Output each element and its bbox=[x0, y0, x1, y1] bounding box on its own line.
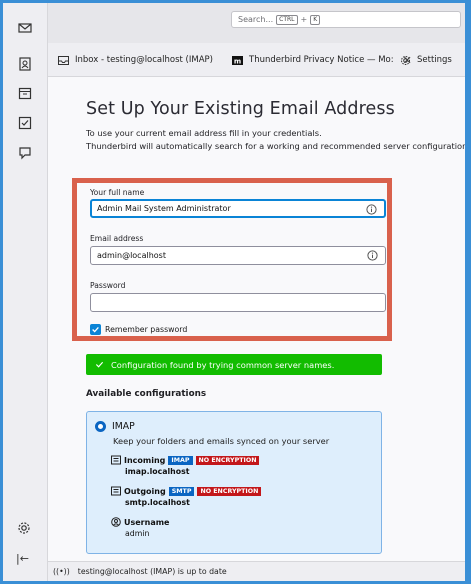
credentials-form: Your full name Admin Mail System Adminis… bbox=[72, 178, 392, 341]
info-icon[interactable] bbox=[367, 250, 378, 261]
available-configurations-heading: Available configurations bbox=[86, 389, 207, 399]
incoming-server: Incoming IMAP NO ENCRYPTION imap.localho… bbox=[111, 455, 260, 476]
outgoing-server: Outgoing SMTP NO ENCRYPTION smtp.localho… bbox=[111, 486, 262, 507]
remember-password-row[interactable]: Remember password bbox=[90, 324, 187, 335]
username-label: Username bbox=[124, 517, 170, 527]
status-text: testing@localhost (IMAP) is up to date bbox=[77, 567, 227, 576]
mail-icon[interactable] bbox=[16, 19, 34, 37]
imap-configuration-option[interactable]: IMAP Keep your folders and emails synced… bbox=[86, 411, 382, 554]
app-window: |← Search... CTRL + K Inbox - testing@lo… bbox=[0, 0, 471, 584]
intro-line-1: To use your current email address fill i… bbox=[86, 128, 322, 138]
checkmark-icon bbox=[92, 327, 99, 333]
password-input[interactable] bbox=[90, 293, 386, 312]
email-value: admin@localhost bbox=[97, 251, 166, 260]
user-icon bbox=[111, 517, 121, 527]
outgoing-server-icon bbox=[111, 486, 121, 496]
incoming-security-badge: NO ENCRYPTION bbox=[195, 455, 260, 465]
protocol-title: IMAP bbox=[112, 421, 135, 432]
spaces-toolbar: |← bbox=[3, 3, 48, 581]
imap-radio-button[interactable] bbox=[95, 421, 106, 432]
protocol-description: Keep your folders and emails synced on y… bbox=[113, 436, 330, 446]
outgoing-label: Outgoing bbox=[124, 486, 166, 496]
email-label: Email address bbox=[90, 234, 144, 243]
inbox-icon bbox=[58, 55, 69, 65]
kbd-plus: + bbox=[300, 15, 308, 24]
username-info: Username admin bbox=[111, 517, 169, 538]
incoming-protocol-badge: IMAP bbox=[168, 455, 193, 465]
tab-inbox-label: Inbox - testing@localhost (IMAP) bbox=[75, 55, 213, 65]
intro-text: To use your current email address fill i… bbox=[86, 127, 471, 153]
intro-line-2: Thunderbird will automatically search fo… bbox=[86, 141, 471, 151]
status-bar: ((•)) testing@localhost (IMAP) is up to … bbox=[48, 561, 465, 581]
incoming-label: Incoming bbox=[124, 455, 166, 465]
tab-settings[interactable]: Settings bbox=[400, 50, 452, 70]
tab-settings-label: Settings bbox=[417, 55, 452, 65]
full-name-label: Your full name bbox=[90, 188, 145, 197]
radio-waves-icon: ((•)) bbox=[53, 567, 70, 576]
title-bar: Search... CTRL + K bbox=[48, 3, 465, 43]
full-name-input[interactable]: Admin Mail System Administrator bbox=[90, 199, 386, 218]
tab-privacy-notice[interactable]: m Thunderbird Privacy Notice — Mo: ✕ bbox=[232, 50, 412, 70]
gear-icon bbox=[401, 55, 410, 65]
incoming-host: imap.localhost bbox=[125, 467, 190, 476]
tasks-icon[interactable] bbox=[16, 114, 34, 132]
chat-icon[interactable] bbox=[16, 144, 34, 162]
kbd-k: K bbox=[310, 14, 321, 25]
tab-inbox[interactable]: Inbox - testing@localhost (IMAP) bbox=[58, 50, 213, 70]
username-value: admin bbox=[125, 529, 150, 538]
outgoing-protocol-badge: SMTP bbox=[168, 486, 195, 496]
collapse-toolbar-icon[interactable]: |← bbox=[16, 552, 29, 565]
remember-password-checkbox[interactable] bbox=[90, 324, 101, 335]
calendar-icon[interactable] bbox=[16, 84, 34, 102]
mozilla-icon: m bbox=[232, 55, 243, 65]
incoming-server-icon bbox=[111, 455, 121, 465]
settings-gear-icon[interactable] bbox=[17, 521, 31, 535]
address-book-icon[interactable] bbox=[16, 55, 34, 73]
info-icon[interactable] bbox=[366, 204, 377, 215]
page-title: Set Up Your Existing Email Address bbox=[86, 99, 395, 119]
full-name-value: Admin Mail System Administrator bbox=[97, 204, 231, 213]
success-message: Configuration found by trying common ser… bbox=[111, 359, 335, 370]
kbd-ctrl: CTRL bbox=[276, 14, 298, 25]
outgoing-host: smtp.localhost bbox=[125, 498, 190, 507]
search-placeholder: Search... bbox=[238, 15, 274, 24]
svg-text:m: m bbox=[234, 57, 241, 65]
global-search-input[interactable]: Search... CTRL + K bbox=[231, 11, 461, 28]
config-found-notification: Configuration found by trying common ser… bbox=[86, 354, 382, 375]
account-setup-page: Set Up Your Existing Email Address To us… bbox=[49, 78, 465, 561]
tab-privacy-label: Thunderbird Privacy Notice — Mo: bbox=[249, 55, 394, 65]
remember-password-label: Remember password bbox=[105, 325, 188, 334]
checkmark-icon bbox=[95, 361, 104, 368]
password-label: Password bbox=[90, 281, 126, 290]
email-input[interactable]: admin@localhost bbox=[90, 246, 386, 265]
outgoing-security-badge: NO ENCRYPTION bbox=[197, 486, 262, 496]
tab-strip: Inbox - testing@localhost (IMAP) m Thund… bbox=[48, 43, 465, 77]
